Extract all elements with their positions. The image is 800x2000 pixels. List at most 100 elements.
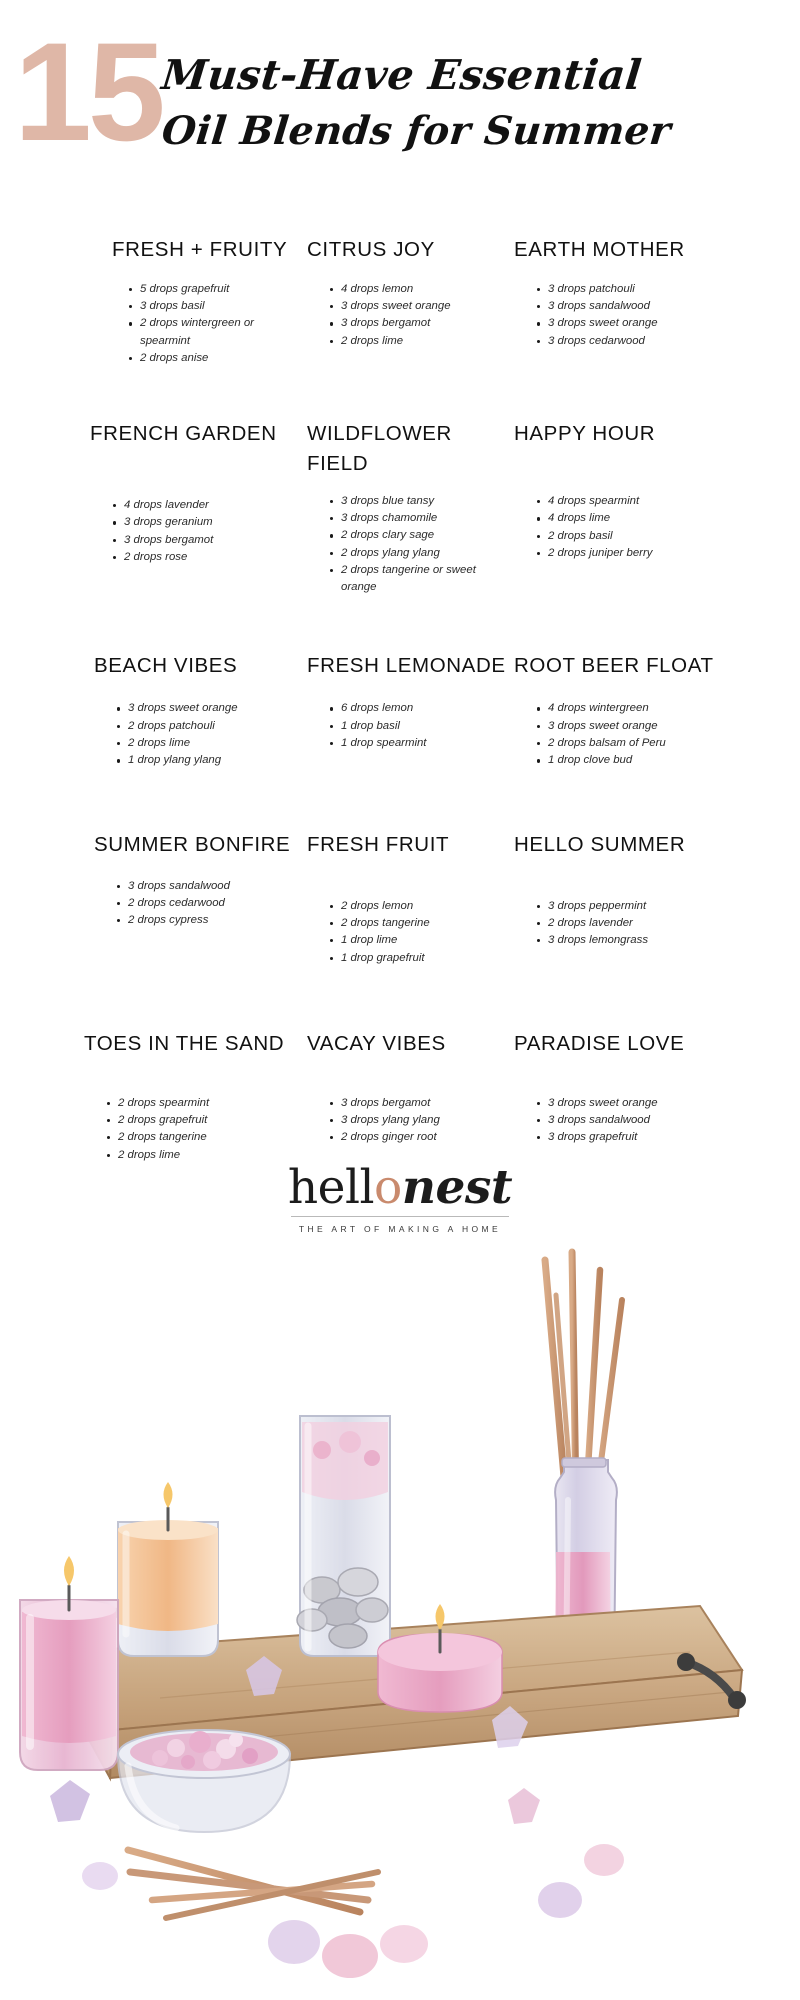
blend-card-vacay-vibes: VACAY VIBES 3 drops bergamot 3 drops yla… xyxy=(293,1029,506,1147)
brand-tagline: THE ART OF MAKING A HOME xyxy=(298,1224,502,1234)
blend-ingredient-list: 6 drops lemon 1 drop basil 1 drop spearm… xyxy=(307,700,506,752)
blend-title: FRESH LEMONADE xyxy=(307,653,506,677)
blend-ingredient: 5 drops grapefruit xyxy=(129,281,293,298)
blend-ingredient-list: 2 drops lemon 2 drops tangerine 1 drop l… xyxy=(307,898,506,967)
blend-ingredient: 3 drops bergamot xyxy=(330,1095,506,1112)
blend-ingredient: 4 drops lemon xyxy=(330,281,506,298)
blend-ingredient: 3 drops sweet orange xyxy=(537,315,719,332)
blend-ingredient: 1 drop grapefruit xyxy=(330,950,506,967)
blend-ingredient: 3 drops bergamot xyxy=(113,532,293,549)
blend-card-fresh-fruit: FRESH FRUIT 2 drops lemon 2 drops tanger… xyxy=(293,830,506,967)
blend-row: FRENCH GARDEN 4 drops lavender 3 drops g… xyxy=(80,419,720,596)
brand-word-nest: nest xyxy=(401,1160,513,1215)
blend-row: FRESH + FRUITY 5 drops grapefruit 3 drop… xyxy=(80,235,720,367)
blend-ingredient: 2 drops cypress xyxy=(117,912,293,929)
blend-ingredient-list: 2 drops spearmint 2 drops grapefruit 2 d… xyxy=(84,1095,293,1164)
blend-ingredient: 3 drops blue tansy xyxy=(330,493,506,510)
blend-ingredient: 3 drops peppermint xyxy=(537,898,719,915)
peach-candle-glass xyxy=(117,1482,219,1657)
blend-title: HELLO SUMMER xyxy=(514,832,686,856)
loose-reed-sticks xyxy=(124,1846,381,1921)
blend-ingredient: 2 drops rose xyxy=(113,549,293,566)
blend-card-earth-mother: EARTH MOTHER 3 drops patchouli 3 drops s… xyxy=(506,235,719,350)
blend-ingredient: 2 drops lime xyxy=(330,333,506,350)
blend-ingredient-list: 3 drops sweet orange 3 drops sandalwood … xyxy=(514,1095,719,1147)
blend-card-fresh-fruity: FRESH + FRUITY 5 drops grapefruit 3 drop… xyxy=(80,235,293,367)
blend-ingredient: 3 drops bergamot xyxy=(330,315,506,332)
blend-card-wildflower-field: WILDFLOWER FIELD 3 drops blue tansy 3 dr… xyxy=(293,419,506,596)
blend-ingredient: 2 drops ginger root xyxy=(330,1129,506,1146)
blend-title: EARTH MOTHER xyxy=(514,238,685,261)
blend-ingredient: 1 drop lime xyxy=(330,932,506,949)
blend-card-root-beer-float: ROOT BEER FLOAT 4 drops wintergreen 3 dr… xyxy=(506,651,719,770)
blend-ingredient: 3 drops chamomile xyxy=(330,510,506,527)
blend-card-citrus-joy: CITRUS JOY 4 drops lemon 3 drops sweet o… xyxy=(293,235,506,350)
blend-ingredient-list: 3 drops sweet orange 2 drops patchouli 2… xyxy=(94,700,293,769)
blend-ingredient-list: 3 drops bergamot 3 drops ylang ylang 2 d… xyxy=(307,1095,506,1147)
blend-ingredient: 3 drops sweet orange xyxy=(117,700,293,717)
blend-ingredient: 2 drops ylang ylang xyxy=(330,545,506,562)
blend-ingredient: 4 drops spearmint xyxy=(537,493,719,510)
blend-ingredient: 2 drops clary sage xyxy=(330,527,506,544)
blend-ingredient-list: 4 drops lavender 3 drops geranium 3 drop… xyxy=(90,497,293,566)
blend-ingredient: 3 drops lemongrass xyxy=(537,932,719,949)
blend-ingredient: 1 drop ylang ylang xyxy=(117,752,293,769)
blend-ingredient: 3 drops basil xyxy=(129,298,293,315)
brand-logo: hellonest THE ART OF MAKING A HOME xyxy=(0,1164,800,1234)
blend-ingredient: 1 drop spearmint xyxy=(330,735,506,752)
blend-card-summer-bonfire: SUMMER BONFIRE 3 drops sandalwood 2 drop… xyxy=(80,830,293,930)
blend-ingredient: 4 drops lavender xyxy=(113,497,293,514)
brand-word-hell: hell xyxy=(287,1160,375,1215)
blend-ingredient: 2 drops grapefruit xyxy=(107,1112,293,1129)
blend-card-beach-vibes: BEACH VIBES 3 drops sweet orange 2 drops… xyxy=(80,651,293,770)
logo-divider xyxy=(291,1216,509,1217)
spa-still-life-illustration xyxy=(19,1248,746,1978)
blend-ingredient-list: 4 drops lemon 3 drops sweet orange 3 dro… xyxy=(307,281,506,350)
blend-ingredient: 2 drops tangerine xyxy=(330,915,506,932)
blend-title: PARADISE LOVE xyxy=(514,1031,685,1055)
blend-ingredient: 6 drops lemon xyxy=(330,700,506,717)
brand-logo-wordmark: hellonest xyxy=(288,1164,513,1211)
blend-card-happy-hour: HAPPY HOUR 4 drops spearmint 4 drops lim… xyxy=(506,419,719,562)
blend-ingredient: 2 drops tangerine or sweet orange xyxy=(330,562,506,597)
blend-ingredient: 2 drops anise xyxy=(129,350,293,367)
blend-ingredient: 2 drops lavender xyxy=(537,915,719,932)
blend-ingredient: 3 drops sandalwood xyxy=(117,878,293,895)
blend-ingredient-list: 3 drops patchouli 3 drops sandalwood 3 d… xyxy=(514,281,719,350)
blend-title: FRESH FRUIT xyxy=(307,832,450,856)
blend-ingredient: 2 drops tangerine xyxy=(107,1129,293,1146)
blend-grid: FRESH + FRUITY 5 drops grapefruit 3 drop… xyxy=(0,235,800,1164)
blend-ingredient: 2 drops lime xyxy=(107,1147,293,1164)
blend-ingredient: 2 drops lemon xyxy=(330,898,506,915)
blend-ingredient-list: 4 drops spearmint 4 drops lime 2 drops b… xyxy=(514,493,719,562)
blend-title: BEACH VIBES xyxy=(94,653,238,677)
blend-title: WILDFLOWER FIELD xyxy=(307,422,452,476)
blend-row: BEACH VIBES 3 drops sweet orange 2 drops… xyxy=(80,651,720,770)
blend-title: FRENCH GARDEN xyxy=(90,422,277,446)
bath-salt-bowl xyxy=(116,1729,292,1834)
headline-number: 15 xyxy=(14,13,166,170)
blend-card-french-garden: FRENCH GARDEN 4 drops lavender 3 drops g… xyxy=(80,419,293,566)
blend-title: CITRUS JOY xyxy=(307,238,435,261)
blend-title: TOES IN THE SAND xyxy=(84,1031,285,1055)
page-header: 15 Must-Have Essential Oil Blends for Su… xyxy=(0,0,800,215)
pink-tea-light xyxy=(377,1604,503,1713)
blend-ingredient: 3 drops patchouli xyxy=(537,281,719,298)
blend-ingredient: 2 drops patchouli xyxy=(117,718,293,735)
blend-ingredient: 1 drop basil xyxy=(330,718,506,735)
blend-ingredient: 3 drops sandalwood xyxy=(537,298,719,315)
brand-accent-letter: o xyxy=(374,1160,402,1215)
blend-ingredient: 2 drops wintergreen or spearmint xyxy=(129,315,293,350)
blend-row: SUMMER BONFIRE 3 drops sandalwood 2 drop… xyxy=(80,830,720,967)
blend-row: TOES IN THE SAND 2 drops spearmint 2 dro… xyxy=(80,1029,720,1164)
page-title-line-2: Oil Blends for Summer xyxy=(159,108,674,155)
blend-ingredient: 4 drops lime xyxy=(537,510,719,527)
blend-title: VACAY VIBES xyxy=(307,1031,446,1055)
blend-card-fresh-lemonade: FRESH LEMONADE 6 drops lemon 1 drop basi… xyxy=(293,651,506,753)
blend-ingredient: 2 drops lime xyxy=(117,735,293,752)
page-title-line-1: Must-Have Essential xyxy=(159,51,644,99)
blend-ingredient-list: 3 drops peppermint 2 drops lavender 3 dr… xyxy=(514,898,719,950)
blend-ingredient-list: 4 drops wintergreen 3 drops sweet orange… xyxy=(514,700,719,769)
blend-ingredient: 4 drops wintergreen xyxy=(537,700,719,717)
blend-ingredient: 3 drops cedarwood xyxy=(537,333,719,350)
